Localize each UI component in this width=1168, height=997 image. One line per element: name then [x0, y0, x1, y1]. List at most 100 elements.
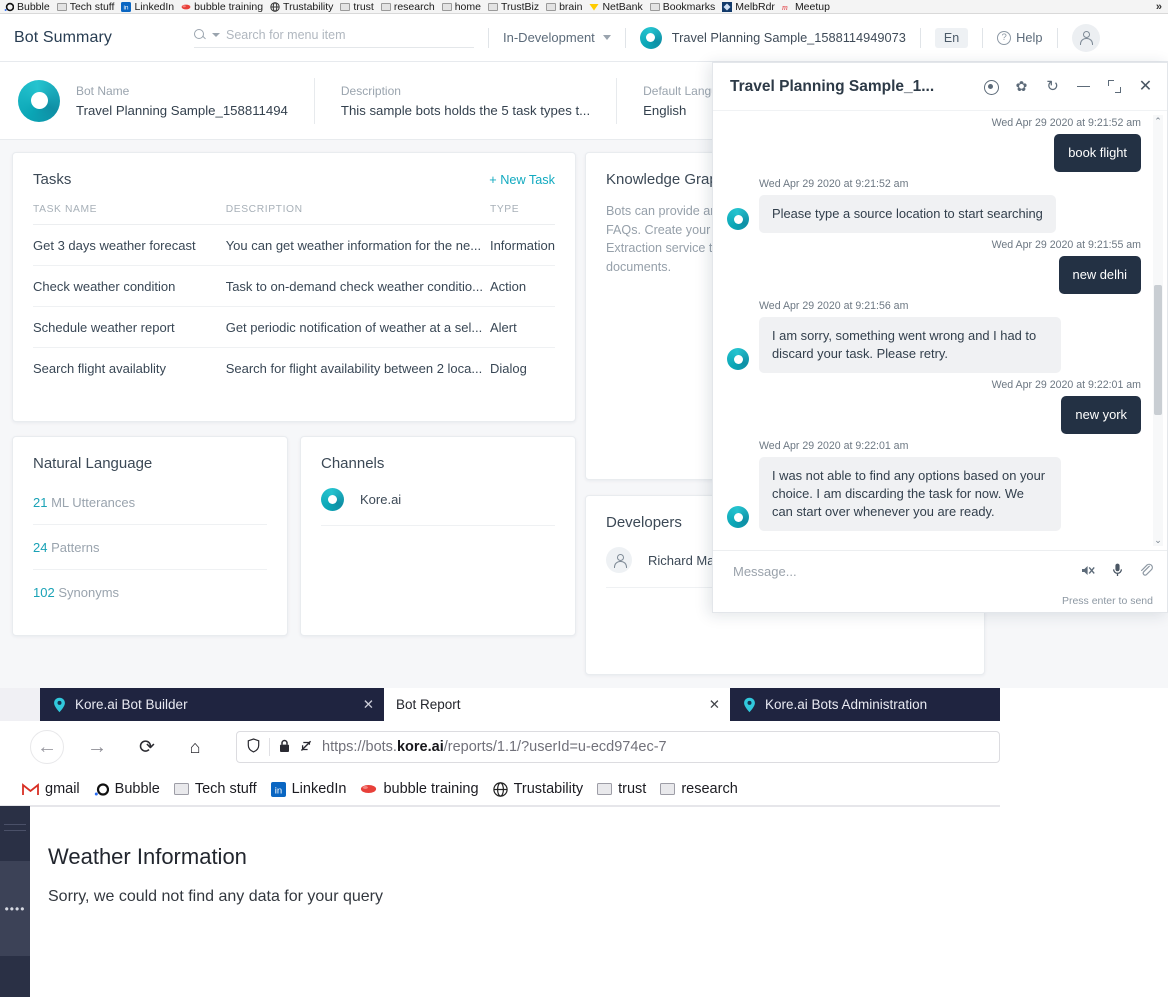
- table-row[interactable]: Schedule weather report Get periodic not…: [33, 306, 555, 348]
- message-input[interactable]: Message...: [733, 564, 797, 579]
- chat-title: Travel Planning Sample_1...: [730, 77, 935, 95]
- bookmark-item-linkedin[interactable]: in LinkedIn: [270, 781, 346, 797]
- bookmark-item-bubble[interactable]: Bubble: [94, 781, 160, 797]
- new-task-button[interactable]: + New Task: [489, 173, 555, 187]
- table-row[interactable]: Check weather condition Task to on-deman…: [33, 265, 555, 307]
- bookmark-label: Trustability: [513, 781, 584, 797]
- bookmark-item-bubble-training[interactable]: bubble training: [360, 781, 479, 797]
- kore-pin-icon: [742, 697, 757, 713]
- bookmark-label: Bubble: [114, 781, 160, 797]
- microphone-icon[interactable]: [1112, 563, 1123, 580]
- folder-icon: [546, 2, 557, 11]
- home-button[interactable]: ⌂: [178, 730, 212, 764]
- channels-card: Channels Kore.ai: [300, 436, 576, 636]
- nl-row-patterns[interactable]: 24 Patterns: [33, 525, 267, 570]
- bookmark-label: trust: [353, 0, 374, 13]
- environment-label: In-Development: [503, 30, 595, 45]
- divider: [313, 77, 315, 124]
- back-button[interactable]: ←: [30, 730, 64, 764]
- nl-row-synonyms[interactable]: 102 Synonyms: [33, 570, 267, 614]
- sidebar-item-active[interactable]: ••••: [0, 861, 30, 956]
- divider: [269, 738, 270, 756]
- close-icon[interactable]: ✕: [363, 697, 374, 713]
- url-bar[interactable]: https://bots.kore.ai/reports/1.1/?userId…: [236, 731, 1000, 763]
- report-empty-message: Sorry, we could not find any data for yo…: [48, 888, 383, 905]
- help-button[interactable]: ? Help: [997, 30, 1043, 45]
- bookmark-item[interactable]: NetBank: [589, 1, 643, 13]
- bookmark-item[interactable]: brain: [546, 1, 582, 13]
- menu-search[interactable]: Search for menu item: [194, 28, 475, 48]
- lock-icon[interactable]: [279, 739, 290, 756]
- bookmark-item-trust[interactable]: trust: [597, 781, 646, 797]
- desktop-background: [1000, 688, 1168, 997]
- bookmark-item[interactable]: research: [380, 1, 435, 13]
- bookmark-item[interactable]: Tech stuff: [56, 1, 114, 13]
- bookmark-item[interactable]: Bookmarks: [649, 1, 715, 13]
- attachment-icon[interactable]: [1139, 563, 1153, 580]
- message-timestamp: Wed Apr 29 2020 at 9:22:01 am: [991, 379, 1141, 391]
- folder-icon: [660, 783, 676, 795]
- globe-icon: [270, 1, 280, 12]
- linkedin-icon: in: [270, 781, 286, 797]
- card-title: Channels: [321, 455, 385, 472]
- reload-button[interactable]: ⟳: [130, 730, 164, 764]
- search-input-placeholder[interactable]: Search for menu item: [226, 28, 346, 42]
- column-header-task-name: TASK NAME: [33, 204, 226, 225]
- environment-selector[interactable]: In-Development: [503, 30, 611, 45]
- bot-chip[interactable]: Travel Planning Sample_1588114949073: [639, 26, 906, 49]
- browser-tab-bot-report[interactable]: Bot Report ✕: [384, 688, 730, 721]
- globe-icon: [492, 781, 508, 797]
- table-header-row: TASK NAME DESCRIPTION TYPE: [33, 204, 555, 225]
- browser-tab-bot-builder[interactable]: Kore.ai Bot Builder ✕: [40, 688, 384, 721]
- bookmark-item-gmail[interactable]: gmail: [22, 781, 80, 797]
- scroll-down-icon[interactable]: ⌄: [1153, 534, 1163, 546]
- svg-text:m: m: [782, 3, 788, 12]
- chat-scrollbar[interactable]: ⌃ ⌄: [1153, 115, 1163, 546]
- bookmark-item[interactable]: Bubble: [4, 1, 50, 13]
- record-icon[interactable]: [983, 79, 999, 95]
- maximize-icon[interactable]: [1107, 79, 1122, 94]
- bookmark-item[interactable]: in LinkedIn: [121, 1, 174, 13]
- bookmark-item[interactable]: home: [441, 1, 481, 13]
- tab-label: Kore.ai Bot Builder: [75, 697, 188, 712]
- bookmark-label: Bubble: [17, 0, 50, 13]
- scrollbar-thumb[interactable]: [1154, 285, 1162, 415]
- nl-row-ml-utterances[interactable]: 21 ML Utterances: [33, 480, 267, 525]
- bookmark-item-trustability[interactable]: Trustability: [492, 781, 584, 797]
- speaker-mute-icon[interactable]: [1081, 564, 1096, 580]
- microphone-glyph: [1112, 563, 1123, 576]
- close-icon[interactable]: ✕: [709, 697, 720, 713]
- bookmark-item[interactable]: MelbRdr: [722, 1, 775, 13]
- person-avatar-icon: [613, 553, 627, 568]
- settings-icon[interactable]: ✿: [1014, 79, 1029, 94]
- divider: [982, 27, 984, 48]
- refresh-icon[interactable]: ↻: [1045, 79, 1060, 94]
- close-icon[interactable]: ✕: [1138, 79, 1153, 95]
- url-text[interactable]: https://bots.kore.ai/reports/1.1/?userId…: [322, 739, 667, 755]
- bookmark-overflow-chevron[interactable]: »: [1156, 1, 1164, 13]
- folder-icon: [340, 2, 351, 11]
- browser-tab-bots-administration[interactable]: Kore.ai Bots Administration: [730, 688, 1000, 721]
- cell-type: Action: [489, 265, 555, 307]
- bookmark-item[interactable]: TrustBiz: [487, 1, 539, 13]
- scroll-up-icon[interactable]: ⌃: [1153, 115, 1163, 127]
- shield-icon[interactable]: [247, 738, 260, 756]
- table-row[interactable]: Search flight availablity Search for fli…: [33, 348, 555, 389]
- ellipsis-icon: ••••: [4, 901, 26, 916]
- bookmark-item[interactable]: bubble training: [181, 1, 263, 13]
- bookmark-item[interactable]: trust: [340, 0, 374, 13]
- bookmark-item[interactable]: Trustability: [270, 1, 333, 13]
- bookmark-item-research[interactable]: research: [660, 781, 738, 797]
- kore-logo-icon: [727, 208, 749, 230]
- language-button[interactable]: En: [934, 27, 969, 48]
- table-row[interactable]: Get 3 days weather forecast You can get …: [33, 224, 555, 266]
- chevron-down-icon[interactable]: [212, 32, 221, 37]
- meetup-icon: m: [782, 3, 788, 12]
- noscript-icon[interactable]: [299, 739, 313, 756]
- bookmark-item[interactable]: m Meetup: [782, 1, 830, 13]
- channel-item-koreai[interactable]: Kore.ai: [321, 472, 555, 526]
- bookmark-item-tech-stuff[interactable]: Tech stuff: [173, 781, 257, 797]
- forward-button[interactable]: →: [80, 730, 114, 764]
- avatar[interactable]: [1071, 23, 1100, 52]
- minimize-icon[interactable]: [1076, 79, 1091, 94]
